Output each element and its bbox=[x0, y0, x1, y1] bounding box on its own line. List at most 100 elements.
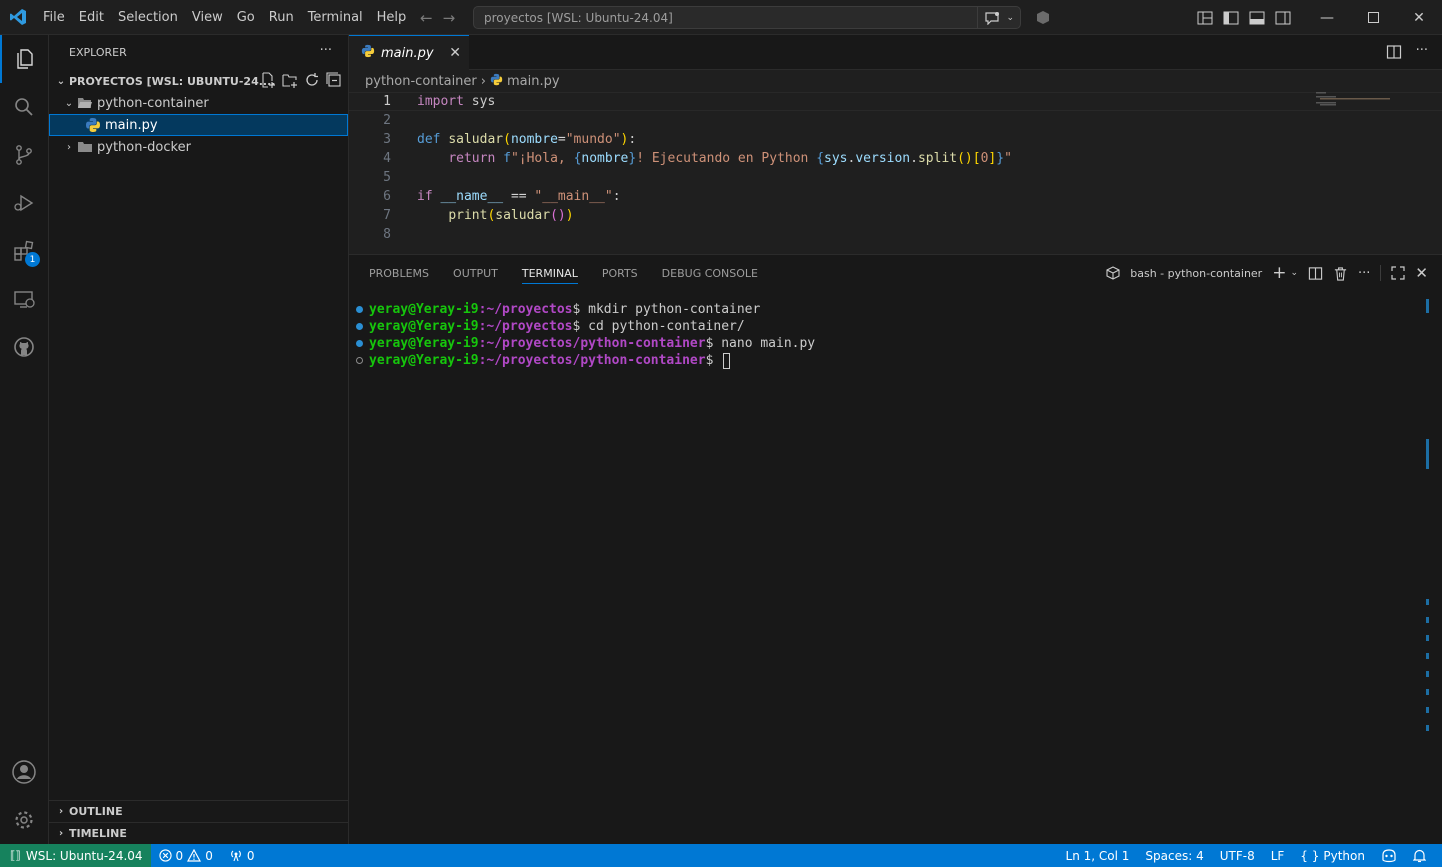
close-window-button[interactable]: ✕ bbox=[1396, 0, 1442, 35]
collapse-all-icon[interactable] bbox=[326, 72, 342, 88]
tab-problems[interactable]: PROBLEMS bbox=[361, 255, 437, 291]
encoding[interactable]: UTF-8 bbox=[1212, 844, 1263, 867]
timeline-section[interactable]: › TIMELINE bbox=[49, 822, 349, 844]
toggle-secondary-sidebar-icon[interactable] bbox=[1270, 0, 1296, 35]
workspace-folder-header[interactable]: ⌄ PROYECTOS [WSL: UBUNTU-24.... bbox=[49, 70, 348, 92]
remote-indicator[interactable]: ⟦⟧ WSL: Ubuntu-24.04 bbox=[0, 844, 151, 867]
menu-help[interactable]: Help bbox=[370, 0, 414, 35]
ports-indicator[interactable]: 0 bbox=[221, 844, 263, 867]
copilot-chat-button[interactable]: ⌄ bbox=[977, 7, 1020, 28]
command-center[interactable]: proyectos [WSL: Ubuntu-24.04] ⌄ bbox=[473, 6, 1021, 29]
minimap[interactable] bbox=[1316, 92, 1392, 108]
manage-activity[interactable] bbox=[0, 796, 48, 844]
tab-main-py[interactable]: main.py ✕ bbox=[349, 35, 469, 70]
status-bar-right: Ln 1, Col 1 Spaces: 4 UTF-8 LF { } Pytho… bbox=[1058, 844, 1434, 867]
customize-layout-icon[interactable] bbox=[1192, 0, 1218, 35]
github-activity[interactable] bbox=[0, 323, 48, 371]
outline-section[interactable]: › OUTLINE bbox=[49, 800, 349, 822]
extensions-activity[interactable]: 1 bbox=[0, 227, 48, 275]
terminal-line: yeray@Yeray-i9:~/proyectos $ mkdir python… bbox=[349, 301, 1442, 318]
cursor-position[interactable]: Ln 1, Col 1 bbox=[1058, 844, 1138, 867]
tab-label: main.py bbox=[381, 45, 434, 61]
error-count: 0 bbox=[175, 848, 184, 863]
maximize-button[interactable] bbox=[1350, 0, 1396, 35]
breadcrumb-folder[interactable]: python-container bbox=[365, 74, 477, 89]
copilot-status[interactable] bbox=[1373, 844, 1405, 867]
back-arrow-icon[interactable]: ← bbox=[420, 9, 433, 27]
minimize-button[interactable]: — bbox=[1304, 0, 1350, 35]
command-pending-dot[interactable] bbox=[349, 357, 369, 364]
tree-folder-python-container[interactable]: ⌄ python-container bbox=[49, 92, 348, 114]
terminal-scrollbar[interactable] bbox=[1426, 299, 1432, 839]
tab-debug-console[interactable]: DEBUG CONSOLE bbox=[654, 255, 766, 291]
chevron-right-icon: › bbox=[67, 141, 71, 153]
command-text: $ bbox=[705, 353, 722, 368]
run-debug-activity[interactable] bbox=[0, 179, 48, 227]
end-of-line[interactable]: LF bbox=[1263, 844, 1293, 867]
close-panel-icon[interactable]: ✕ bbox=[1415, 264, 1428, 282]
trash-icon[interactable] bbox=[1333, 266, 1348, 281]
menu-run[interactable]: Run bbox=[262, 0, 301, 35]
tab-terminal[interactable]: TERMINAL bbox=[514, 255, 586, 291]
terminal-name[interactable]: bash - python-container bbox=[1130, 267, 1262, 280]
problems-indicator[interactable]: 0 0 bbox=[151, 844, 221, 867]
menu-terminal[interactable]: Terminal bbox=[301, 0, 370, 35]
split-terminal-icon[interactable] bbox=[1308, 266, 1323, 281]
tree-folder-python-docker[interactable]: › python-docker bbox=[49, 136, 348, 158]
code-text: print(saludar()) bbox=[448, 208, 574, 223]
forward-arrow-icon[interactable]: → bbox=[443, 9, 456, 27]
menu-go[interactable]: Go bbox=[230, 0, 262, 35]
remote-explorer-icon bbox=[14, 291, 35, 308]
search-activity[interactable] bbox=[0, 83, 48, 131]
tab-output[interactable]: OUTPUT bbox=[445, 255, 506, 291]
explorer-more-button[interactable]: ··· bbox=[320, 43, 332, 58]
breadcrumb-file[interactable]: main.py bbox=[507, 74, 560, 89]
new-folder-icon[interactable] bbox=[282, 72, 298, 88]
explorer-activity[interactable] bbox=[0, 35, 48, 83]
line-number: 1 bbox=[383, 94, 391, 109]
files-icon bbox=[17, 49, 33, 69]
toggle-primary-sidebar-icon[interactable] bbox=[1218, 0, 1244, 35]
refresh-icon[interactable] bbox=[304, 72, 320, 88]
line-number: 5 bbox=[383, 170, 391, 185]
indentation[interactable]: Spaces: 4 bbox=[1137, 844, 1211, 867]
line-number: 4 bbox=[383, 151, 391, 166]
menu-file[interactable]: File bbox=[36, 0, 72, 35]
chevron-down-icon: ⌄ bbox=[1006, 12, 1014, 23]
account-icon bbox=[12, 760, 36, 784]
ports-count: 0 bbox=[246, 848, 255, 863]
source-control-activity[interactable] bbox=[0, 131, 48, 179]
menu-view[interactable]: View bbox=[185, 0, 230, 35]
code-text: import sys bbox=[417, 94, 496, 109]
accounts-activity[interactable] bbox=[0, 748, 48, 796]
more-actions-icon[interactable]: ··· bbox=[1416, 44, 1428, 60]
warning-count: 0 bbox=[205, 848, 213, 863]
explorer-actions bbox=[260, 72, 342, 88]
command-success-dot[interactable] bbox=[349, 306, 369, 313]
toggle-panel-icon[interactable] bbox=[1244, 0, 1270, 35]
new-terminal-icon[interactable]: + bbox=[1272, 263, 1286, 283]
accounts-shield-icon[interactable] bbox=[1036, 10, 1050, 29]
close-tab-icon[interactable]: ✕ bbox=[449, 45, 461, 61]
menu-selection[interactable]: Selection bbox=[111, 0, 185, 35]
editor-tabs: main.py ✕ ··· bbox=[349, 35, 1442, 70]
tab-ports[interactable]: PORTS bbox=[594, 255, 646, 291]
line-number: 3 bbox=[383, 132, 391, 147]
code-line: 6 if __name__ == "__main__": bbox=[349, 187, 1442, 206]
menu-edit[interactable]: Edit bbox=[72, 0, 111, 35]
code-editor[interactable]: 1 import sys 2 3 def saludar(nombre="mun… bbox=[349, 92, 1442, 244]
notifications[interactable] bbox=[1405, 844, 1434, 867]
maximize-panel-icon[interactable] bbox=[1391, 266, 1406, 280]
language-mode[interactable]: { } Python bbox=[1292, 844, 1373, 867]
command-success-dot[interactable] bbox=[349, 340, 369, 347]
chevron-down-icon[interactable]: ⌄ bbox=[1290, 268, 1298, 278]
new-file-icon[interactable] bbox=[260, 72, 276, 88]
editor-actions: ··· bbox=[1386, 44, 1428, 60]
split-editor-icon[interactable] bbox=[1386, 44, 1402, 60]
tree-file-main-py[interactable]: main.py bbox=[49, 114, 348, 136]
remote-explorer-activity[interactable] bbox=[0, 275, 48, 323]
tree-item-label: main.py bbox=[105, 117, 158, 133]
terminal-output[interactable]: yeray@Yeray-i9:~/proyectos $ mkdir python… bbox=[349, 291, 1442, 369]
command-success-dot[interactable] bbox=[349, 323, 369, 330]
more-actions-icon[interactable]: ··· bbox=[1358, 266, 1370, 281]
